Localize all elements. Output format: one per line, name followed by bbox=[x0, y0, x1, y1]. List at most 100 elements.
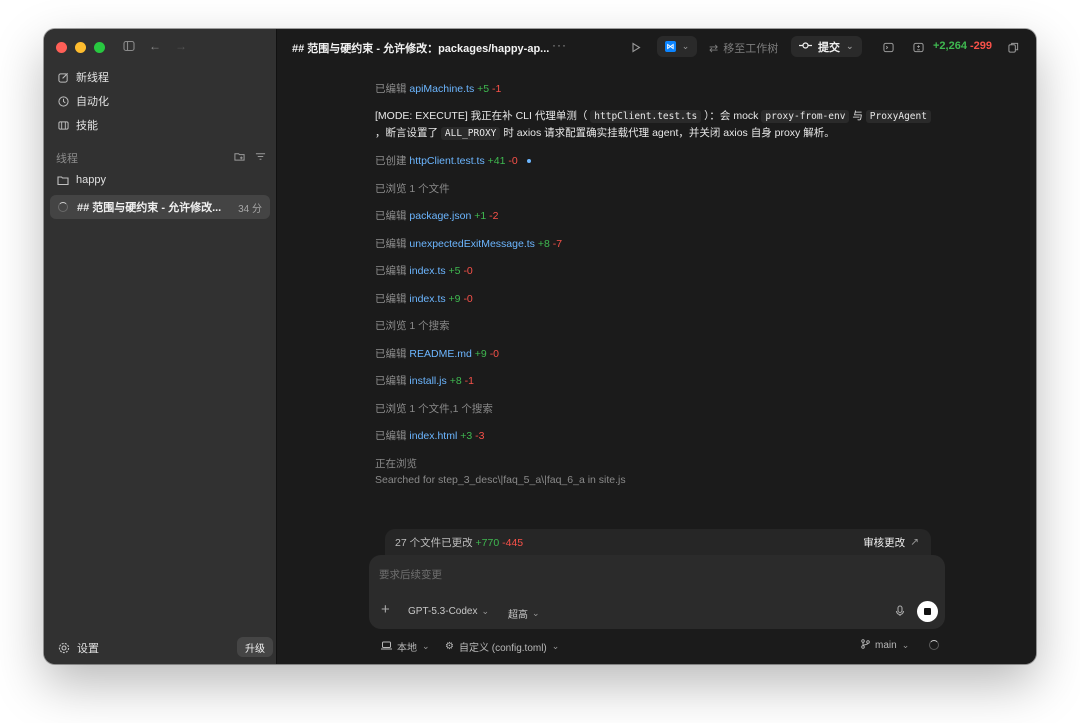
file-link[interactable]: README.md bbox=[409, 348, 471, 360]
log-entry: 已编辑 index.ts +5 -0 bbox=[375, 263, 473, 278]
chevron-down-icon: ⌄ bbox=[901, 640, 910, 650]
git-branch-icon bbox=[861, 639, 870, 652]
file-link[interactable]: package.json bbox=[409, 210, 471, 222]
review-label: 审核更改 bbox=[863, 536, 906, 549]
inline-code: ProxyAgent bbox=[865, 110, 931, 123]
file-link[interactable]: httpClient.test.ts bbox=[409, 155, 484, 167]
more-options-button[interactable]: ··· bbox=[552, 38, 567, 52]
followup-input[interactable]: 要求后续变更 bbox=[379, 567, 442, 582]
log-deletions: -1 bbox=[464, 375, 474, 387]
changes-summary: 27 个文件已更改 +770 -445 审核更改 ↗ bbox=[385, 529, 931, 555]
search-status: Searched for step_3_desc\|faq_5_a\|faq_6… bbox=[375, 474, 626, 486]
review-changes-button[interactable]: 审核更改 ↗ bbox=[863, 535, 919, 550]
log-detail[interactable]: 1 个文件 bbox=[409, 183, 449, 195]
log-additions: +1 bbox=[474, 210, 487, 222]
inline-code: httpClient.test.ts bbox=[590, 110, 702, 123]
log-detail[interactable]: 1 个搜索 bbox=[409, 320, 449, 332]
diff-stats[interactable]: +2,264 -299 bbox=[933, 40, 992, 52]
assistant-message: [MODE: EXECUTE] 我正在补 CLI 代理单测（ httpClien… bbox=[375, 108, 940, 142]
microphone-icon[interactable] bbox=[895, 604, 905, 622]
project-folder[interactable]: happy bbox=[57, 174, 106, 186]
add-attachment-icon[interactable]: + bbox=[381, 602, 390, 617]
chevron-down-icon: ⌄ bbox=[481, 606, 490, 616]
file-link[interactable]: install.js bbox=[409, 375, 446, 387]
thread-item-active[interactable]: ## 范围与硬约束 - 允许修改... 34 分 bbox=[50, 195, 270, 219]
changes-deletions: -445 bbox=[502, 536, 524, 549]
log-entry: 已浏览 1 个文件,1 个搜索 bbox=[375, 401, 493, 416]
diff-icon[interactable] bbox=[913, 40, 924, 58]
zoom-window-button[interactable] bbox=[94, 42, 105, 53]
log-action: 已编辑 bbox=[375, 375, 407, 387]
sidebar-item-automation[interactable]: 自动化 bbox=[50, 89, 270, 113]
thread-time: 34 分 bbox=[238, 203, 262, 215]
changes-label: 27 个文件已更改 bbox=[395, 536, 473, 549]
filter-icon[interactable] bbox=[255, 151, 266, 165]
log-deletions: -7 bbox=[552, 238, 563, 250]
config-selector[interactable]: ⚙ 自定义 (config.toml) ⌄ bbox=[445, 639, 559, 654]
terminal-icon[interactable] bbox=[883, 40, 894, 58]
folder-icon bbox=[57, 175, 69, 186]
close-window-button[interactable] bbox=[56, 42, 67, 53]
config-label: 自定义 (config.toml) bbox=[458, 643, 547, 654]
log-entry: 已创建 httpClient.test.ts +41 -0 bbox=[375, 153, 531, 168]
book-icon bbox=[57, 119, 69, 131]
log-entry: 已编辑 README.md +9 -0 bbox=[375, 346, 499, 361]
file-link[interactable]: index.ts bbox=[409, 265, 445, 277]
sidebar-toggle-icon[interactable] bbox=[122, 39, 136, 53]
sidebar: ← → 新线程 自动化 技能 线程 happy ## 范围与硬约束 - 允许修改… bbox=[44, 29, 276, 664]
copy-icon[interactable] bbox=[1008, 40, 1019, 58]
inline-code: ALL_PROXY bbox=[440, 127, 501, 140]
message-text: 时 axios 请求配置确实挂载代理 agent，并关闭 axios 自身 pr… bbox=[503, 127, 835, 139]
sidebar-item-label: 自动化 bbox=[76, 96, 109, 108]
stop-icon bbox=[924, 608, 931, 615]
back-arrow-icon[interactable]: ← bbox=[148, 39, 162, 53]
upgrade-button[interactable]: 升级 bbox=[237, 637, 273, 657]
reasoning-effort-selector[interactable]: 超高 ⌄ bbox=[508, 606, 540, 621]
log-additions: +3 bbox=[460, 430, 473, 442]
laptop-icon bbox=[381, 641, 392, 653]
browsing-status: 正在浏览 bbox=[375, 458, 417, 470]
file-link[interactable]: index.html bbox=[409, 430, 457, 442]
stop-button[interactable] bbox=[917, 601, 938, 622]
commit-button[interactable]: 提交 ⌄ bbox=[791, 36, 862, 57]
sidebar-item-new-thread[interactable]: 新线程 bbox=[50, 65, 270, 89]
settings-button[interactable]: 设置 bbox=[58, 640, 99, 656]
log-action: 已编辑 bbox=[375, 83, 407, 95]
clock-icon bbox=[57, 95, 69, 107]
log-entry: 已编辑 index.html +3 -3 bbox=[375, 428, 484, 443]
main-panel: ## 范围与硬约束 - 允许修改：packages/happy-ap... ··… bbox=[276, 29, 1036, 664]
chevron-down-icon: ⌄ bbox=[681, 41, 690, 51]
log-entry: 已编辑 install.js +8 -1 bbox=[375, 373, 474, 388]
log-deletions: -3 bbox=[475, 430, 485, 442]
commit-label: 提交 bbox=[818, 41, 840, 54]
log-action: 已浏览 bbox=[375, 320, 407, 332]
log-additions: +8 bbox=[537, 238, 550, 250]
forward-arrow-icon[interactable]: → bbox=[174, 39, 188, 53]
sidebar-item-skills[interactable]: 技能 bbox=[50, 113, 270, 137]
log-deletions: -2 bbox=[489, 210, 499, 222]
thread-title: ## 范围与硬约束 - 允许修改：packages/happy-ap... bbox=[292, 43, 550, 55]
log-action: 已编辑 bbox=[375, 348, 407, 360]
top-bar: ## 范围与硬约束 - 允许修改：packages/happy-ap... ··… bbox=[277, 29, 1036, 64]
file-link[interactable]: apiMachine.ts bbox=[409, 83, 474, 95]
minimize-window-button[interactable] bbox=[75, 42, 86, 53]
log-additions: +9 bbox=[448, 293, 461, 305]
environment-selector[interactable]: 本地 ⌄ bbox=[381, 639, 430, 654]
compose-icon bbox=[57, 71, 69, 83]
move-to-worktree-button[interactable]: ⇄ 移至工作树 bbox=[709, 40, 778, 56]
add-folder-icon[interactable] bbox=[234, 151, 245, 165]
log-additions: +9 bbox=[474, 348, 487, 360]
file-link[interactable]: unexpectedExitMessage.ts bbox=[409, 238, 535, 250]
open-in-editor-button[interactable]: ⋈ ⌄ bbox=[657, 36, 697, 57]
run-play-icon[interactable] bbox=[631, 40, 641, 58]
chevron-down-icon: ⌄ bbox=[532, 608, 540, 618]
chevron-down-icon: ⌄ bbox=[846, 41, 854, 51]
log-additions: +5 bbox=[477, 83, 490, 95]
changes-additions: +770 bbox=[475, 536, 500, 549]
file-link[interactable]: index.ts bbox=[409, 293, 445, 305]
model-selector[interactable]: GPT-5.3-Codex ⌄ bbox=[408, 606, 489, 617]
branch-selector[interactable]: main ⌄ bbox=[861, 639, 909, 652]
log-deletions: -1 bbox=[492, 83, 502, 95]
log-detail[interactable]: 1 个文件,1 个搜索 bbox=[409, 403, 492, 415]
inline-code: proxy-from-env bbox=[761, 110, 850, 123]
